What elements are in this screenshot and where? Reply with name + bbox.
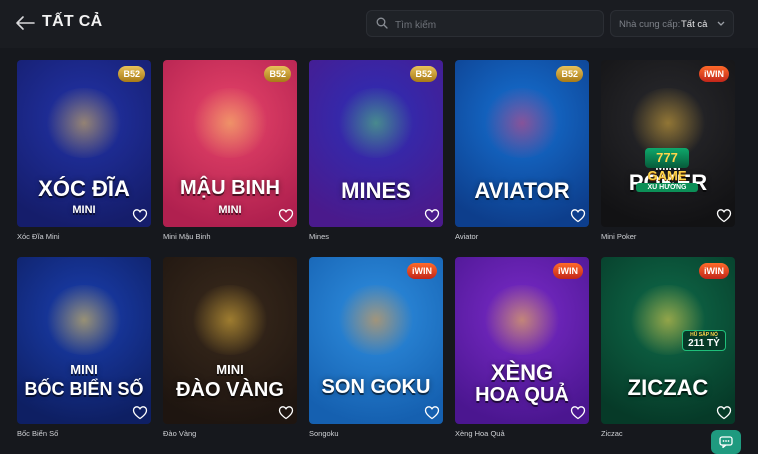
game-caption: Xèng Hoa Quả (455, 429, 505, 438)
search-box[interactable] (366, 10, 604, 37)
game-title: BỐC BIỂN SỐ (24, 379, 144, 399)
game-caption: Bốc Biển Số (17, 429, 59, 438)
game-title: SON GOKU (321, 376, 431, 398)
game-caption: Ziczac (601, 429, 623, 438)
game-caption: Aviator (455, 232, 479, 241)
favorite-heart-icon[interactable] (132, 405, 148, 420)
game-subtitle: MINI (72, 204, 96, 216)
slot-777-icon: 777 (645, 148, 689, 168)
artwork-glow (336, 285, 416, 355)
provider-badge: iWIN (699, 66, 729, 82)
game-thumbnail[interactable]: B52 MINES (309, 60, 443, 227)
game-subtitle: MINI (216, 362, 244, 377)
favorite-heart-icon[interactable] (424, 208, 440, 223)
artwork-glow (44, 285, 124, 355)
search-input[interactable] (393, 15, 597, 35)
provider-badge: iWIN (699, 263, 729, 279)
game-subtitle: HOA QUẢ (475, 384, 569, 406)
game-thumbnail[interactable]: B52 AVIATOR (455, 60, 589, 227)
artwork-glow (482, 88, 562, 158)
chat-button[interactable] (711, 430, 741, 454)
provider-badge: B52 (118, 66, 145, 82)
trending-game-badge: 777 GAME XU HƯỚNG (636, 148, 698, 192)
promo-line1: GAME (647, 168, 687, 183)
provider-badge: B52 (264, 66, 291, 82)
provider-label: Nhà cung cấp: (619, 19, 681, 30)
game-thumbnail[interactable]: B52 XÓC ĐĨA MINI (17, 60, 151, 227)
promo-line2: XU HƯỚNG (636, 183, 698, 192)
game-thumbnail[interactable]: B52 MẬU BINH MINI (163, 60, 297, 227)
provider-select[interactable]: Nhà cung cấp: Tất cả (610, 10, 734, 37)
back-arrow-icon[interactable] (14, 13, 36, 33)
game-title: ZICZAC (627, 375, 709, 400)
game-title: XÈNG (490, 360, 554, 385)
chevron-down-icon (717, 21, 725, 26)
game-thumbnail[interactable]: iWINPOKERMINI (601, 60, 735, 227)
artwork-glow (190, 285, 270, 355)
provider-badge: B52 (556, 66, 583, 82)
game-title: AVIATOR (474, 178, 570, 203)
favorite-heart-icon[interactable] (716, 208, 732, 223)
game-thumbnail[interactable]: iWIN SON GOKU (309, 257, 443, 424)
favorite-heart-icon[interactable] (424, 405, 440, 420)
game-caption: Đào Vàng (163, 429, 197, 438)
game-title: MẬU BINH (180, 177, 280, 199)
jackpot-badge: HŨ SẮP NỔ 211 TỶ (682, 330, 726, 351)
game-caption: Mines (309, 232, 330, 241)
provider-value: Tất cả (681, 19, 708, 30)
game-subtitle: MINI (218, 204, 242, 216)
chat-icon (719, 436, 733, 448)
artwork-glow (336, 88, 416, 158)
top-bar: TẤT CẢ Nhà cung cấp: Tất cả (0, 0, 758, 48)
game-caption: Mini Mậu Binh (163, 232, 211, 241)
game-thumbnail[interactable]: iWIN XÈNG HOA QUẢ (455, 257, 589, 424)
favorite-heart-icon[interactable] (278, 405, 294, 420)
provider-badge: iWIN (407, 263, 437, 279)
favorite-heart-icon[interactable] (278, 208, 294, 223)
game-caption: Xóc Đĩa Mini (17, 232, 60, 241)
game-thumbnail[interactable]: ĐÀO VÀNG MINI (163, 257, 297, 424)
artwork-glow (44, 88, 124, 158)
game-caption: Mini Poker (601, 232, 637, 241)
game-subtitle: MINI (70, 362, 98, 377)
favorite-heart-icon[interactable] (570, 208, 586, 223)
game-title: ĐÀO VÀNG (176, 379, 284, 401)
provider-badge: B52 (410, 66, 437, 82)
jackpot-value: 211 TỶ (688, 338, 720, 349)
search-icon (376, 17, 388, 29)
game-title: XÓC ĐĨA (38, 176, 130, 201)
game-caption: Songoku (309, 429, 339, 438)
artwork-glow (482, 285, 562, 355)
artwork-glow (190, 88, 270, 158)
provider-badge: iWIN (553, 263, 583, 279)
page-title: TẤT CẢ (42, 13, 103, 30)
game-thumbnail[interactable]: BỐC BIỂN SỐ MINI (17, 257, 151, 424)
game-title: MINES (341, 178, 411, 203)
favorite-heart-icon[interactable] (716, 405, 732, 420)
favorite-heart-icon[interactable] (570, 405, 586, 420)
favorite-heart-icon[interactable] (132, 208, 148, 223)
